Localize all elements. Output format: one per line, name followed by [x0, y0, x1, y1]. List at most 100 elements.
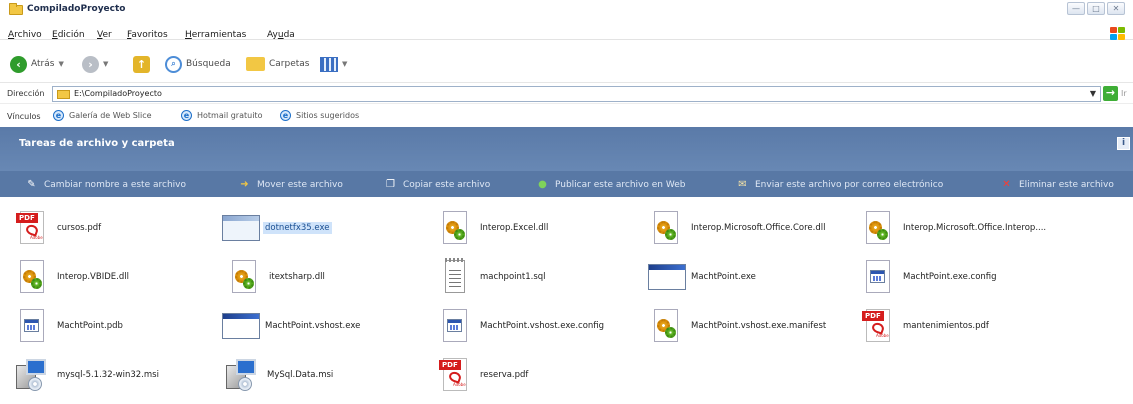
- go-arrow-icon[interactable]: →: [1103, 86, 1118, 101]
- file-item[interactable]: MachtPoint.exe.config: [860, 255, 999, 299]
- file-task-actions: ✎ Cambiar nombre a este archivo ➜ Mover …: [0, 171, 1133, 197]
- task-delete[interactable]: ✕ Eliminar este archivo: [1001, 179, 1114, 190]
- config-file-icon: [437, 308, 471, 344]
- file-item[interactable]: MachtPoint.exe: [648, 255, 758, 299]
- application-window-icon: [222, 210, 260, 246]
- windows-logo-icon: [1110, 27, 1126, 41]
- file-item[interactable]: PDF Adobe cursos.pdf: [14, 206, 103, 250]
- dll-gear-icon: [437, 210, 471, 246]
- window-title: CompiladoProyecto: [27, 4, 126, 14]
- close-button[interactable]: ✕: [1107, 2, 1125, 15]
- globe-icon: ●: [538, 179, 547, 190]
- task-email[interactable]: ✉ Enviar este archivo por correo electró…: [737, 179, 943, 190]
- file-item[interactable]: dotnetfx35.exe: [222, 206, 332, 250]
- address-input[interactable]: E:\CompiladoProyecto ▼: [52, 86, 1101, 102]
- file-item[interactable]: MachtPoint.vshost.exe.config: [437, 304, 606, 348]
- address-value: E:\CompiladoProyecto: [74, 89, 162, 98]
- search-icon: ⌕: [165, 55, 182, 73]
- chevron-down-icon: ▼: [342, 60, 348, 68]
- folders-button[interactable]: Carpetas: [246, 55, 309, 73]
- file-item[interactable]: MachtPoint.vshost.exe: [222, 304, 362, 348]
- task-panel-title: Tareas de archivo y carpeta: [19, 138, 175, 149]
- move-icon: ➜: [240, 179, 249, 190]
- address-label: Dirección: [7, 89, 45, 98]
- file-item[interactable]: MachtPoint.vshost.exe.manifest: [648, 304, 828, 348]
- file-item[interactable]: itextsharp.dll: [226, 255, 327, 299]
- chevron-down-icon[interactable]: ▼: [1090, 89, 1096, 98]
- back-arrow-icon: ‹: [10, 55, 27, 73]
- links-bar: Vínculos e Galería de Web Slice e Hotmai…: [0, 104, 1133, 126]
- pdb-file-icon: [14, 308, 48, 344]
- file-item[interactable]: Interop.Microsoft.Office.Interop....: [860, 206, 1048, 250]
- file-item[interactable]: MySql.Data.msi: [224, 353, 335, 397]
- task-rename[interactable]: ✎ Cambiar nombre a este archivo: [26, 179, 186, 190]
- ie-icon: e: [53, 110, 64, 121]
- application-window-icon: [222, 308, 260, 344]
- file-item[interactable]: machpoint1.sql: [437, 255, 548, 299]
- folder-icon: [9, 3, 23, 15]
- config-file-icon: [860, 259, 894, 295]
- address-bar: Dirección E:\CompiladoProyecto ▼ → Ir: [0, 84, 1133, 104]
- link-web-slice[interactable]: e Galería de Web Slice: [53, 110, 152, 121]
- ie-icon: e: [181, 110, 192, 121]
- pdf-file-icon: PDF Adobe: [437, 357, 471, 393]
- file-item[interactable]: Interop.VBIDE.dll: [14, 255, 131, 299]
- file-item[interactable]: MachtPoint.pdb: [14, 304, 125, 348]
- file-item[interactable]: Interop.Microsoft.Office.Core.dll: [648, 206, 827, 250]
- folders-icon: [246, 57, 265, 71]
- views-button[interactable]: ▼: [320, 55, 347, 73]
- menu-bar: Archivo Edición Ver Favoritos Herramient…: [0, 20, 1133, 40]
- dll-gear-icon: [14, 259, 48, 295]
- file-item[interactable]: mysql-5.1.32-win32.msi: [14, 353, 161, 397]
- manifest-gear-icon: [648, 308, 682, 344]
- sql-document-icon: [437, 258, 471, 295]
- file-item[interactable]: PDF Adobe reserva.pdf: [437, 353, 530, 397]
- menu-herramientas[interactable]: Herramientas: [185, 30, 246, 40]
- rename-icon: ✎: [27, 179, 36, 190]
- forward-arrow-icon: ›: [82, 55, 99, 73]
- dll-gear-icon: [860, 210, 894, 246]
- installer-package-icon: [224, 357, 258, 393]
- links-label: Vínculos: [7, 112, 41, 121]
- folder-icon: [57, 90, 70, 99]
- link-suggested-sites[interactable]: e Sitios sugeridos: [280, 110, 359, 121]
- file-item[interactable]: PDF Adobe mantenimientos.pdf: [860, 304, 991, 348]
- installer-package-icon: [14, 357, 48, 393]
- up-folder-button[interactable]: ↑: [133, 55, 150, 73]
- back-button[interactable]: ‹ Atrás ▼: [10, 55, 64, 73]
- pdf-file-icon: PDF Adobe: [860, 308, 894, 344]
- title-bar: CompiladoProyecto — □ ✕: [0, 0, 1133, 20]
- maximize-button[interactable]: □: [1087, 2, 1105, 15]
- file-item[interactable]: Interop.Excel.dll: [437, 206, 550, 250]
- info-icon[interactable]: i: [1117, 137, 1130, 150]
- go-label[interactable]: Ir: [1121, 89, 1127, 98]
- task-move[interactable]: ➜ Mover este archivo: [239, 179, 343, 190]
- link-hotmail[interactable]: e Hotmail gratuito: [181, 110, 262, 121]
- menu-ayuda[interactable]: Ayuda: [267, 30, 295, 40]
- file-tasks-panel: Tareas de archivo y carpeta i: [0, 127, 1133, 171]
- search-button[interactable]: ⌕ Búsqueda: [165, 55, 231, 73]
- pdf-file-icon: PDF Adobe: [14, 210, 48, 246]
- dll-gear-icon: [648, 210, 682, 246]
- task-publish-web[interactable]: ● Publicar este archivo en Web: [537, 179, 685, 190]
- copy-icon: ❐: [386, 179, 395, 190]
- chevron-down-icon: ▼: [58, 60, 64, 68]
- forward-button[interactable]: › ▼: [82, 55, 108, 73]
- delete-icon: ✕: [1002, 179, 1011, 190]
- ie-icon: e: [280, 110, 291, 121]
- views-icon: [320, 56, 338, 72]
- dll-gear-icon: [226, 259, 260, 295]
- up-folder-icon: ↑: [133, 55, 150, 73]
- chevron-down-icon: ▼: [103, 60, 109, 68]
- application-window-icon: [648, 259, 686, 295]
- menu-favoritos[interactable]: Favoritos: [127, 30, 168, 40]
- menu-archivo[interactable]: Archivo: [8, 30, 42, 40]
- menu-ver[interactable]: Ver: [97, 30, 112, 40]
- email-icon: ✉: [738, 179, 747, 190]
- standard-toolbar: ‹ Atrás ▼ › ▼ ↑ ⌕ Búsqueda Carpetas ▼: [0, 41, 1133, 83]
- menu-edicion[interactable]: Edición: [52, 30, 85, 40]
- window-controls: — □ ✕: [1067, 2, 1125, 15]
- task-copy[interactable]: ❐ Copiar este archivo: [385, 179, 490, 190]
- minimize-button[interactable]: —: [1067, 2, 1085, 15]
- file-list: PDF Adobe cursos.pdf dotnetfx35.exe Inter…: [0, 200, 1133, 404]
